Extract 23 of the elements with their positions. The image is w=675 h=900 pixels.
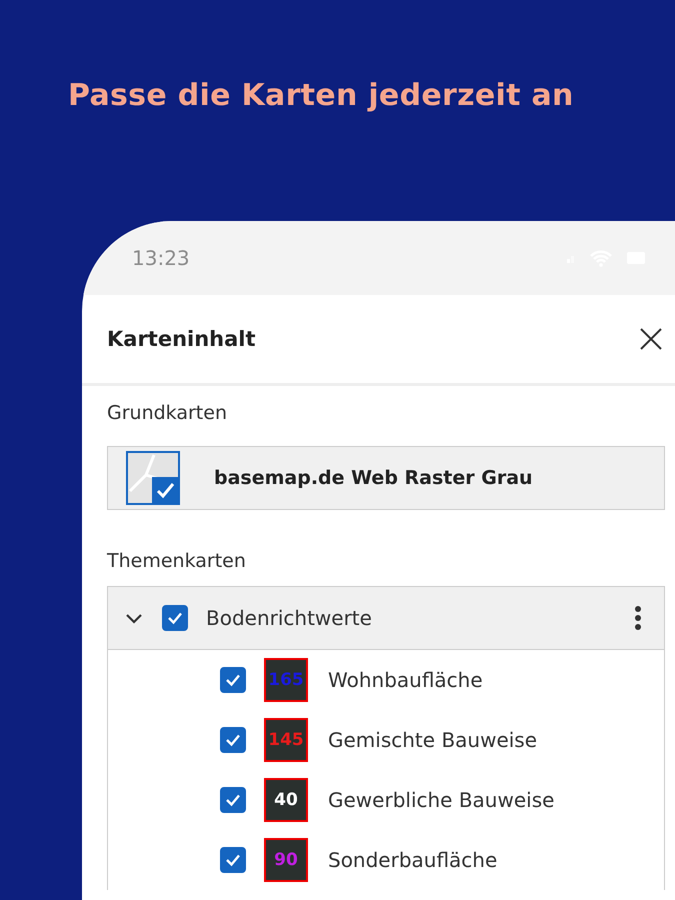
close-icon[interactable]: [639, 327, 663, 351]
checkbox[interactable]: [220, 667, 246, 693]
layer-name: Gewerbliche Bauweise: [328, 788, 554, 812]
checkbox[interactable]: [220, 727, 246, 753]
panel-title: Karteninhalt: [107, 327, 256, 351]
checkbox[interactable]: [220, 847, 246, 873]
checkbox[interactable]: [220, 787, 246, 813]
group-name: Bodenrichtwerte: [206, 606, 373, 630]
section-label: Grundkarten: [107, 402, 228, 424]
more-options-icon[interactable]: [634, 605, 642, 631]
layer-group-header[interactable]: Bodenrichtwerte: [108, 587, 664, 650]
layer-name: Gemischte Bauweise: [328, 728, 538, 752]
layer-name: Sonderbaufläche: [328, 848, 498, 872]
status-time: 13:23: [132, 246, 190, 270]
checkbox[interactable]: [162, 605, 188, 631]
section-label: Themenkarten: [107, 550, 247, 572]
legend-value: 40: [274, 790, 298, 810]
layer-name: Wohnbaufläche: [328, 668, 483, 692]
legend-value: 165: [268, 670, 304, 690]
headline: Passe die Karten jederzeit an: [68, 78, 574, 113]
legend-value: 90: [274, 850, 298, 870]
basemap-layer[interactable]: basemap.de Web Raster Grau: [107, 446, 665, 510]
legend-value: 145: [268, 730, 304, 750]
